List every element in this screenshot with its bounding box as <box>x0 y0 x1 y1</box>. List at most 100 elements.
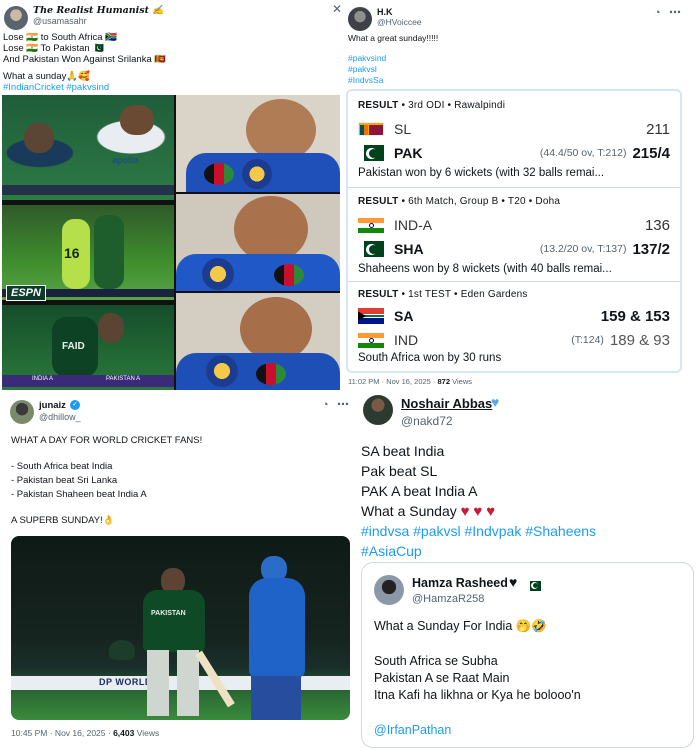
jersey-sponsor-label: apollo <box>112 155 139 165</box>
tweet-card-noshair-abbas[interactable]: Noshair Abbas ♥ @nakd72 SA beat India Pa… <box>355 392 700 750</box>
avatar[interactable] <box>363 395 393 425</box>
baby-meme-panel-3 <box>176 293 340 390</box>
team-name: SA <box>394 308 414 324</box>
quoted-line: South Africa se Subha <box>374 654 498 668</box>
south-africa-flag-icon <box>358 308 384 324</box>
tweet-card-realist-humanist[interactable]: The Realist Humanist ✍ @usamasahr ✕ Lose… <box>0 0 344 392</box>
match-info: • 1st TEST • Eden Gardens <box>401 289 528 300</box>
display-name[interactable]: H.K <box>377 7 393 17</box>
afghanistan-flag-icon <box>274 264 304 286</box>
team-score: 211 <box>646 120 670 138</box>
jersey-label: PAKISTAN <box>151 610 186 617</box>
close-icon[interactable]: ✕ <box>332 2 342 16</box>
scorebar-team-a: INDIA A <box>32 376 54 382</box>
tweet-hashtags[interactable]: #AsiaCup <box>361 543 422 559</box>
quoted-line: Pakistan A se Raat Main <box>374 671 510 685</box>
grok-icon[interactable]: ◔ <box>322 399 329 411</box>
jersey-number: 16 <box>64 245 80 261</box>
meme-image-grid[interactable]: apollo 16 ESPN FAID INDIA A PAKISTAN A <box>2 95 340 390</box>
handle[interactable]: @HVoiccee <box>377 17 422 27</box>
tweet-line-2: Lose 🇮🇳 To Pakistan 🇵🇰 <box>3 43 105 54</box>
result-card-t20[interactable]: RESULT • 6th Match, Group B • T20 • Doha… <box>348 187 680 279</box>
verified-badge-icon: ✓ <box>70 400 80 410</box>
more-options-icon[interactable]: ⋯ <box>669 5 681 19</box>
pakistan-flag-icon <box>527 580 541 591</box>
views-count: 872 <box>437 377 451 386</box>
tweet-footer: 10:45 PM · Nov 16, 2025 · 6,403 Views <box>11 728 159 738</box>
afghanistan-flag-icon <box>256 363 286 385</box>
tweet-bullet: - Pakistan beat Sri Lanka <box>11 475 118 486</box>
hashtag-link[interactable]: #pakvsind <box>348 53 386 63</box>
display-name[interactable]: The Realist Humanist ✍ <box>33 5 164 16</box>
team-row: SA 159 & 153 <box>358 305 670 327</box>
tweet-line-1: Lose 🇮🇳 to South Africa 🇿🇦 <box>3 32 117 43</box>
tweet-line: Pak beat SL <box>361 463 438 479</box>
avatar[interactable] <box>348 7 372 31</box>
result-summary: Pakistan won by 6 wickets (with 32 balls… <box>358 167 605 179</box>
scorebar-team-b: PAKISTAN A <box>106 376 141 382</box>
hashtag-link[interactable]: #pakvsl <box>348 64 377 74</box>
black-heart-icon: ♥ <box>509 574 518 590</box>
handle[interactable]: @usamasahr <box>33 16 87 26</box>
bcci-logo-icon <box>242 159 272 189</box>
tweet-card-junaiz[interactable]: junaiz ✓ @dhillow_ ◔ ⋯ WHAT A DAY FOR WO… <box>0 392 355 750</box>
display-name[interactable]: Hamza Rasheed <box>412 576 508 590</box>
overs-info: (T:124) <box>571 334 604 346</box>
tweet-bullet: - Pakistan Shaheen beat India A <box>11 489 147 500</box>
result-label: RESULT <box>358 289 399 300</box>
result-card-test[interactable]: RESULT • 1st TEST • Eden Gardens SA 159 … <box>348 281 680 371</box>
result-summary: South Africa won by 30 runs <box>358 352 502 364</box>
avatar[interactable] <box>4 6 28 30</box>
heart-icon: ♥ <box>460 503 470 520</box>
match-photo-3: FAID INDIA A PAKISTAN A <box>2 305 174 390</box>
handle[interactable]: @dhillow_ <box>39 412 81 422</box>
pakistan-flag-icon <box>358 145 384 161</box>
more-options-icon[interactable]: ⋯ <box>337 397 349 411</box>
heart-icon: ♥ <box>486 503 496 520</box>
tweet-card-hk[interactable]: H.K @HVoiccee ◔ ⋯ What a great sunday!!!… <box>344 0 688 392</box>
baby-meme-panel-1 <box>176 95 340 192</box>
ad-board-text: DP WORLD <box>99 677 152 687</box>
handle[interactable]: @HamzaR258 <box>412 593 484 605</box>
mention-link[interactable]: @IrfanPathan <box>374 723 451 737</box>
views-count: 6,403 <box>113 728 135 738</box>
display-name[interactable]: junaiz <box>39 400 66 411</box>
overs-info: (44.4/50 ov, T:212) <box>539 147 627 159</box>
team-score: 136 <box>644 216 670 234</box>
result-label: RESULT <box>358 196 399 207</box>
india-flag-icon <box>358 332 384 348</box>
hashtag-link[interactable]: #IndvsSa <box>348 75 383 85</box>
avatar[interactable] <box>374 575 404 605</box>
avatar[interactable] <box>10 400 34 424</box>
result-header: RESULT • 1st TEST • Eden Gardens <box>358 289 528 300</box>
tweet-text: What a great sunday!!!!! <box>348 33 439 43</box>
tweet-line-3: And Pakistan Won Against Srilanka 🇱🇰 <box>3 54 167 65</box>
match-info: • 6th Match, Group B • T20 • Doha <box>401 196 561 207</box>
timestamp[interactable]: 10:45 PM · Nov 16, 2025 · <box>11 728 111 738</box>
bcci-logo-icon <box>202 258 234 290</box>
scorecard-stack[interactable]: RESULT • 3rd ODI • Rawalpindi SL 211 PAK <box>346 89 682 373</box>
espn-logo-overlay: ESPN <box>6 285 46 301</box>
tweet-photo[interactable]: DP WORLD PAKISTAN <box>11 536 350 720</box>
quoted-line: Itna Kafi ha likhna or Kya he bolooo'n <box>374 688 581 702</box>
sri-lanka-flag-icon <box>358 122 384 136</box>
result-label: RESULT <box>358 100 399 111</box>
team-row: IND-A 136 <box>358 214 670 236</box>
tweet-hashtags[interactable]: #indvsa #pakvsl #Indvpak #Shaheens <box>361 523 596 539</box>
helmet-icon <box>109 640 135 660</box>
quoted-tweet[interactable]: Hamza Rasheed ♥ @HamzaR258 What a Sunday… <box>361 562 694 748</box>
tweet-line: PAK A beat India A <box>361 483 478 499</box>
timestamp[interactable]: 11:02 PM · Nov 16, 2025 · <box>348 377 435 386</box>
overs-info: (13.2/20 ov, T:137) <box>539 243 627 255</box>
match-photo-1: apollo <box>2 95 174 200</box>
tweet-hashtags[interactable]: #IndianCricket #pakvsind <box>3 82 109 93</box>
result-card-odi[interactable]: RESULT • 3rd ODI • Rawalpindi SL 211 PAK <box>348 91 680 183</box>
team-name: IND <box>394 332 419 348</box>
tweet-footer: 11:02 PM · Nov 16, 2025 · 872 Views <box>348 377 472 386</box>
team-score: 189 & 93 <box>609 331 670 349</box>
quoted-first-line: What a Sunday For India 🤭🤣 <box>374 619 547 633</box>
team-name: SL <box>394 121 412 137</box>
display-name[interactable]: Noshair Abbas <box>401 396 492 411</box>
handle[interactable]: @nakd72 <box>401 414 453 428</box>
grok-icon[interactable]: ◔ <box>654 7 661 19</box>
